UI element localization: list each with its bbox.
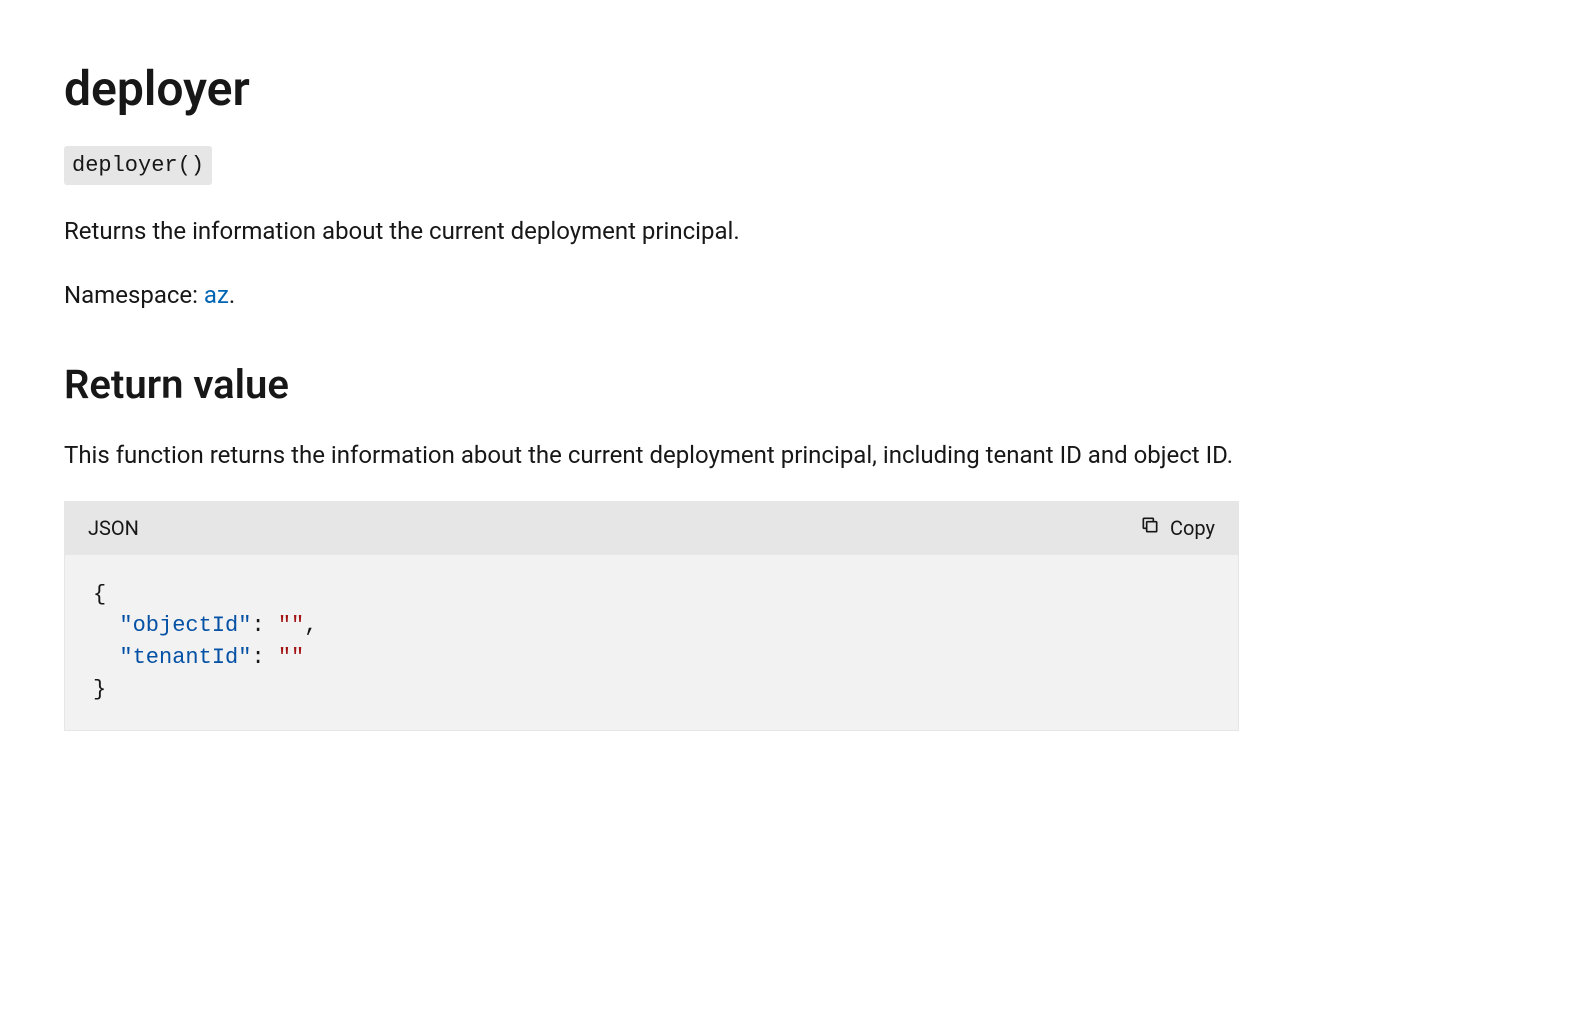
copy-icon: [1140, 515, 1160, 540]
code-token: "objectId": [119, 613, 251, 638]
code-block-body: { "objectId": "", "tenantId": "" }: [64, 555, 1239, 732]
namespace-suffix: .: [229, 281, 235, 309]
code-token: "": [278, 645, 304, 670]
code-token: }: [93, 677, 106, 702]
code-token: "": [278, 613, 304, 638]
return-value-heading: Return value: [64, 361, 1518, 409]
code-block-header: JSON Copy: [64, 501, 1239, 555]
code-token: [93, 645, 119, 670]
copy-button-label: Copy: [1170, 516, 1215, 540]
code-block: JSON Copy { "objectId": "", "tenantId": …: [64, 501, 1239, 732]
function-signature: deployer(): [64, 146, 212, 185]
code-token: "tenantId": [119, 645, 251, 670]
namespace-label: Namespace:: [64, 281, 204, 309]
page-heading: deployer: [64, 60, 1518, 118]
namespace-line: Namespace: az.: [64, 277, 1234, 313]
code-token: [93, 613, 119, 638]
code-token: :: [251, 645, 277, 670]
code-token: ,: [304, 613, 317, 638]
code-token: {: [93, 582, 106, 607]
copy-button[interactable]: Copy: [1140, 515, 1215, 540]
namespace-link[interactable]: az: [204, 281, 229, 309]
code-token: :: [251, 613, 277, 638]
code-language-label: JSON: [88, 513, 139, 543]
function-description: Returns the information about the curren…: [64, 213, 1234, 249]
return-value-description: This function returns the information ab…: [64, 437, 1234, 473]
